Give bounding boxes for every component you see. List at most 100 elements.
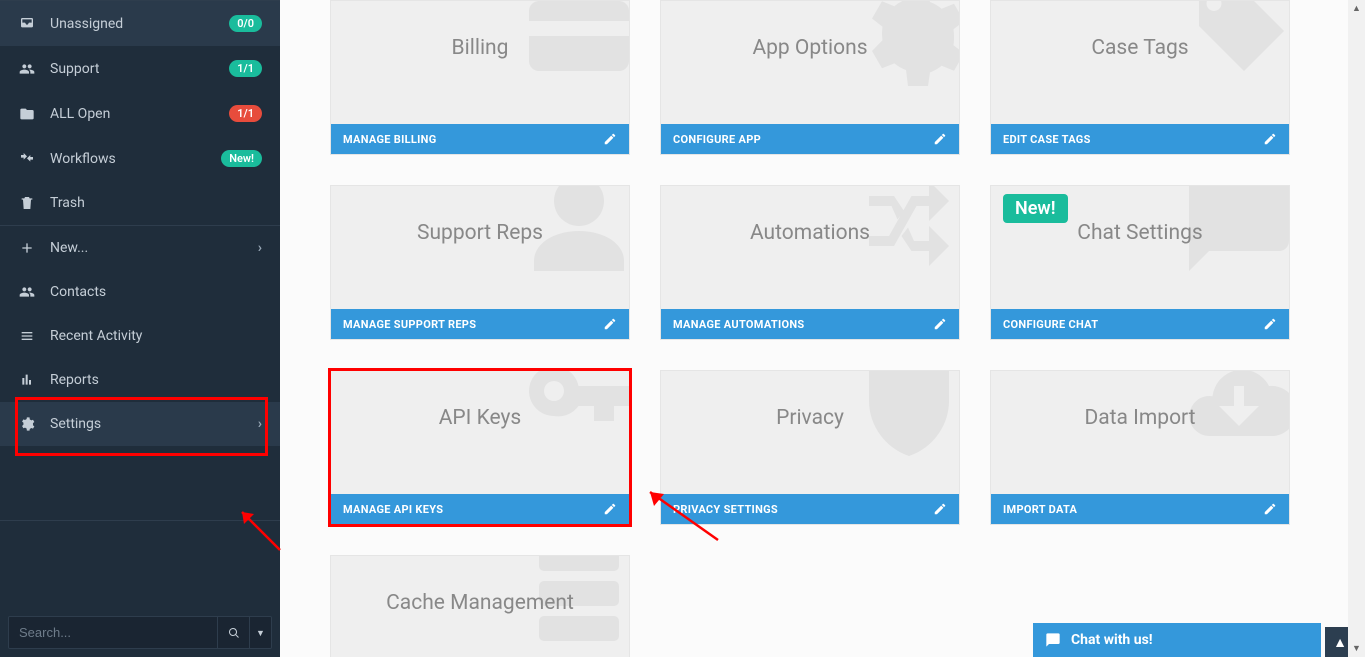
card-body: App Options xyxy=(661,1,959,124)
main-content: Billing MANAGE BILLING App Options CONFI… xyxy=(280,0,1365,657)
scrollbar-up-arrow[interactable]: ▲ xyxy=(1348,0,1365,17)
sidebar-item-trash[interactable]: Trash xyxy=(0,181,280,225)
badge: 0/0 xyxy=(229,15,262,32)
sidebar-item-settings[interactable]: Settings › xyxy=(0,402,280,446)
sidebar-item-label: Settings xyxy=(50,416,244,432)
card-cache-management[interactable]: Cache Management MANAGE CACHE xyxy=(330,555,630,657)
chat-icon xyxy=(1045,632,1061,648)
pencil-icon xyxy=(603,317,617,331)
card-footer-label: MANAGE BILLING xyxy=(343,133,437,146)
sidebar-item-label: ALL Open xyxy=(50,106,215,122)
sidebar-list: Unassigned 0/0 Support 1/1 ALL Open 1/1 … xyxy=(0,0,280,520)
search-button[interactable] xyxy=(217,617,249,648)
chevron-right-icon: › xyxy=(258,240,262,256)
sidebar-item-label: Support xyxy=(50,61,215,77)
card-automations[interactable]: Automations MANAGE AUTOMATIONS xyxy=(660,185,960,340)
chat-widget[interactable]: Chat with us! xyxy=(1033,623,1321,657)
card-footer[interactable]: MANAGE SUPPORT REPS xyxy=(331,309,629,339)
key-icon xyxy=(519,370,630,470)
badge: 1/1 xyxy=(229,60,262,77)
card-chat-settings[interactable]: New! Chat Settings CONFIGURE CHAT xyxy=(990,185,1290,340)
card-title: Privacy xyxy=(776,406,844,430)
card-body: Automations xyxy=(661,186,959,309)
chat-widget-label: Chat with us! xyxy=(1071,632,1153,648)
sidebar-item-label: New... xyxy=(50,240,244,256)
pencil-icon xyxy=(603,502,617,516)
card-footer-label: PRIVACY SETTINGS xyxy=(673,503,778,516)
card-footer[interactable]: MANAGE API KEYS xyxy=(331,494,629,524)
card-case-tags[interactable]: Case Tags EDIT CASE TAGS xyxy=(990,0,1290,155)
badge: New! xyxy=(221,150,262,167)
pencil-icon xyxy=(1263,317,1277,331)
card-title: App Options xyxy=(752,36,867,60)
sidebar-item-label: Recent Activity xyxy=(50,328,262,344)
card-body: Support Reps xyxy=(331,186,629,309)
card-title: Data Import xyxy=(1084,406,1195,430)
new-pill: New! xyxy=(1003,194,1068,223)
sidebar-item-recent-activity[interactable]: Recent Activity xyxy=(0,314,280,358)
chevron-right-icon: › xyxy=(258,416,262,432)
sidebar-item-label: Unassigned xyxy=(50,16,215,32)
sidebar-item-reports[interactable]: Reports xyxy=(0,358,280,402)
gear-icon xyxy=(18,416,36,432)
pencil-icon xyxy=(933,502,947,516)
card-footer[interactable]: CONFIGURE APP xyxy=(661,124,959,154)
trash-icon xyxy=(18,195,36,211)
shield-icon xyxy=(849,370,960,470)
search-icon xyxy=(228,627,240,639)
inbox-icon xyxy=(18,16,36,32)
sidebar-item-support[interactable]: Support 1/1 xyxy=(0,46,280,91)
tag-icon xyxy=(1179,0,1290,100)
sidebar-search-section: ▼ xyxy=(0,520,280,657)
card-body: Cache Management xyxy=(331,556,629,657)
card-footer[interactable]: PRIVACY SETTINGS xyxy=(661,494,959,524)
sidebar-item-label: Workflows xyxy=(50,151,207,167)
card-body: Case Tags xyxy=(991,1,1289,124)
card-data-import[interactable]: Data Import IMPORT DATA xyxy=(990,370,1290,525)
badge: 1/1 xyxy=(229,105,262,122)
pencil-icon xyxy=(1263,502,1277,516)
sidebar-item-contacts[interactable]: Contacts xyxy=(0,270,280,314)
card-footer-label: EDIT CASE TAGS xyxy=(1003,133,1091,146)
card-app-options[interactable]: App Options CONFIGURE APP xyxy=(660,0,960,155)
card-footer-label: MANAGE SUPPORT REPS xyxy=(343,318,476,331)
card-body: API Keys xyxy=(331,371,629,494)
browser-scrollbar[interactable]: ▲ ▼ xyxy=(1348,0,1365,657)
sidebar-item-unassigned[interactable]: Unassigned 0/0 xyxy=(0,0,280,46)
plus-icon xyxy=(18,240,36,256)
card-title: API Keys xyxy=(439,406,522,430)
users-icon xyxy=(18,61,36,77)
sidebar-item-label: Contacts xyxy=(50,284,262,300)
scrollbar-down-arrow[interactable]: ▼ xyxy=(1348,640,1365,657)
card-privacy[interactable]: Privacy PRIVACY SETTINGS xyxy=(660,370,960,525)
search-dropdown-button[interactable]: ▼ xyxy=(249,617,271,648)
card-title: Case Tags xyxy=(1091,36,1188,60)
sidebar-item-workflows[interactable]: Workflows New! xyxy=(0,136,280,181)
card-title: Billing xyxy=(452,36,509,60)
card-footer-label: IMPORT DATA xyxy=(1003,503,1077,516)
card-footer[interactable]: EDIT CASE TAGS xyxy=(991,124,1289,154)
folder-icon xyxy=(18,106,36,122)
sidebar-item-all-open[interactable]: ALL Open 1/1 xyxy=(0,91,280,136)
search-input[interactable] xyxy=(9,617,217,648)
credit-card-icon xyxy=(519,0,630,100)
card-title: Automations xyxy=(750,221,870,245)
card-footer[interactable]: IMPORT DATA xyxy=(991,494,1289,524)
card-footer-label: CONFIGURE CHAT xyxy=(1003,318,1098,331)
cards-grid: Billing MANAGE BILLING App Options CONFI… xyxy=(330,0,1300,657)
card-billing[interactable]: Billing MANAGE BILLING xyxy=(330,0,630,155)
workflow-icon xyxy=(18,151,36,167)
search-group: ▼ xyxy=(8,616,272,649)
sidebar-item-label: Trash xyxy=(50,195,262,211)
card-title: Cache Management xyxy=(386,591,574,615)
card-title: Chat Settings xyxy=(1077,221,1202,245)
card-support-reps[interactable]: Support Reps MANAGE SUPPORT REPS xyxy=(330,185,630,340)
card-api-keys[interactable]: API Keys MANAGE API KEYS xyxy=(330,370,630,525)
card-title: Support Reps xyxy=(417,221,543,245)
card-footer[interactable]: MANAGE BILLING xyxy=(331,124,629,154)
pencil-icon xyxy=(933,317,947,331)
sidebar-item-new[interactable]: New... › xyxy=(0,225,280,270)
card-footer[interactable]: CONFIGURE CHAT xyxy=(991,309,1289,339)
card-footer[interactable]: MANAGE AUTOMATIONS xyxy=(661,309,959,339)
card-footer-label: CONFIGURE APP xyxy=(673,133,761,146)
